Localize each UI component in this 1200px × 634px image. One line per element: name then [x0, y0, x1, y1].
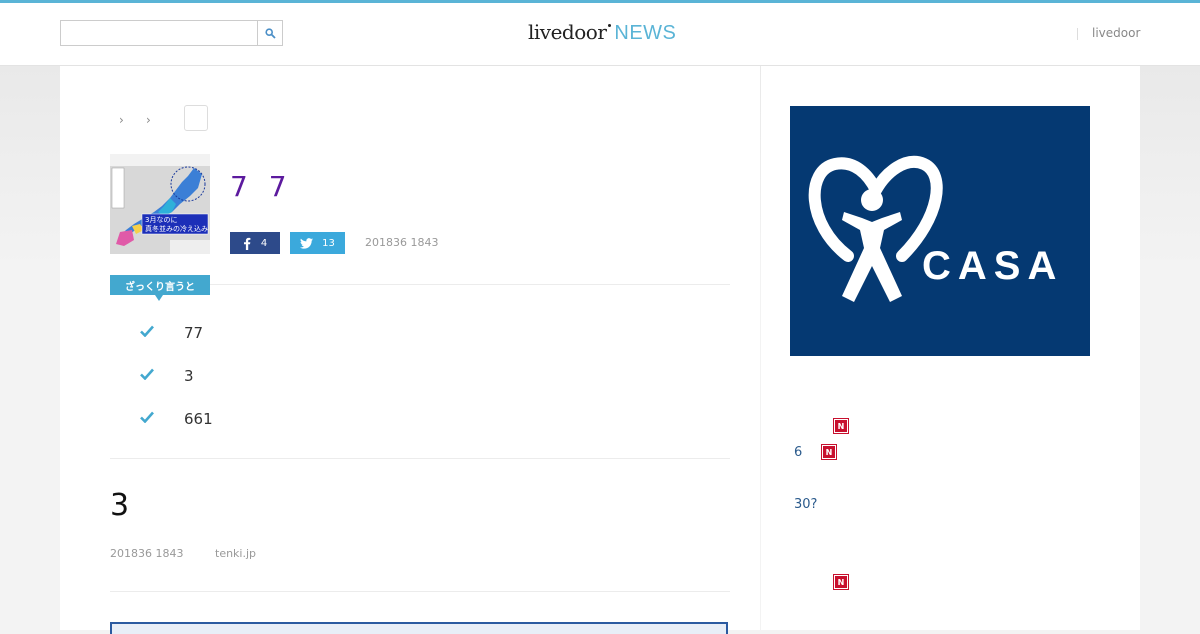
facebook-icon	[243, 237, 251, 250]
header-livedoor-link[interactable]: livedoor	[1092, 26, 1140, 40]
summary-item: 77	[184, 324, 204, 342]
summary-item: 3	[184, 367, 194, 385]
main-content	[60, 66, 760, 630]
registered-mark: ®	[898, 249, 908, 260]
casa-logo	[808, 155, 943, 302]
sidebar-news-link[interactable]: 6	[794, 445, 802, 460]
check-icon	[140, 411, 154, 423]
summary-item: 661	[184, 410, 213, 428]
facebook-share-count: 4	[260, 237, 268, 249]
advertisement-banner[interactable]: ® CASA	[790, 106, 1090, 356]
divider	[110, 591, 730, 592]
logo-main-text: livedoor	[528, 20, 607, 44]
site-header: livedoor NEWS livedoor	[0, 3, 1200, 66]
logo-dot	[608, 24, 612, 27]
article-thumbnail[interactable]: 3月なのに 真冬並みの冷え込み	[110, 154, 210, 254]
article-figure	[110, 622, 728, 634]
divider	[110, 458, 730, 459]
breadcrumb-separator: ›	[119, 113, 124, 127]
sidebar-news-link[interactable]: 30?	[794, 497, 817, 512]
header-divider	[1077, 28, 1078, 40]
thumbnail-caption: 真冬並みの冷え込み	[145, 225, 208, 233]
new-badge: N	[821, 444, 837, 460]
check-icon	[140, 325, 154, 337]
twitter-icon	[300, 237, 314, 249]
facebook-share-button[interactable]: 4	[230, 232, 280, 254]
summary-label-pointer	[155, 295, 163, 301]
ad-brand-text: CASA	[922, 244, 1064, 288]
weather-map-image	[110, 154, 210, 254]
breadcrumb-separator: ›	[146, 113, 151, 127]
check-icon	[140, 368, 154, 380]
logo-sub-text: NEWS	[614, 22, 677, 44]
new-badge: N	[833, 418, 849, 434]
site-logo[interactable]: livedoor NEWS	[528, 20, 676, 48]
search-icon	[264, 27, 276, 39]
new-badge: N	[833, 574, 849, 590]
summary-label: ざっくり言うと	[110, 275, 210, 295]
breadcrumb-current-item[interactable]	[184, 105, 208, 131]
search-input[interactable]	[60, 20, 257, 46]
article-date: 201836 1843	[365, 236, 439, 249]
twitter-share-button[interactable]: 13	[290, 232, 345, 254]
article-title: 7 7	[230, 170, 293, 203]
section-date: 201836 1843	[110, 547, 184, 560]
twitter-share-count: 13	[322, 237, 335, 249]
section-title: 3	[110, 488, 130, 523]
section-source-link[interactable]: tenki.jp	[215, 547, 256, 560]
search-button[interactable]	[257, 20, 283, 46]
